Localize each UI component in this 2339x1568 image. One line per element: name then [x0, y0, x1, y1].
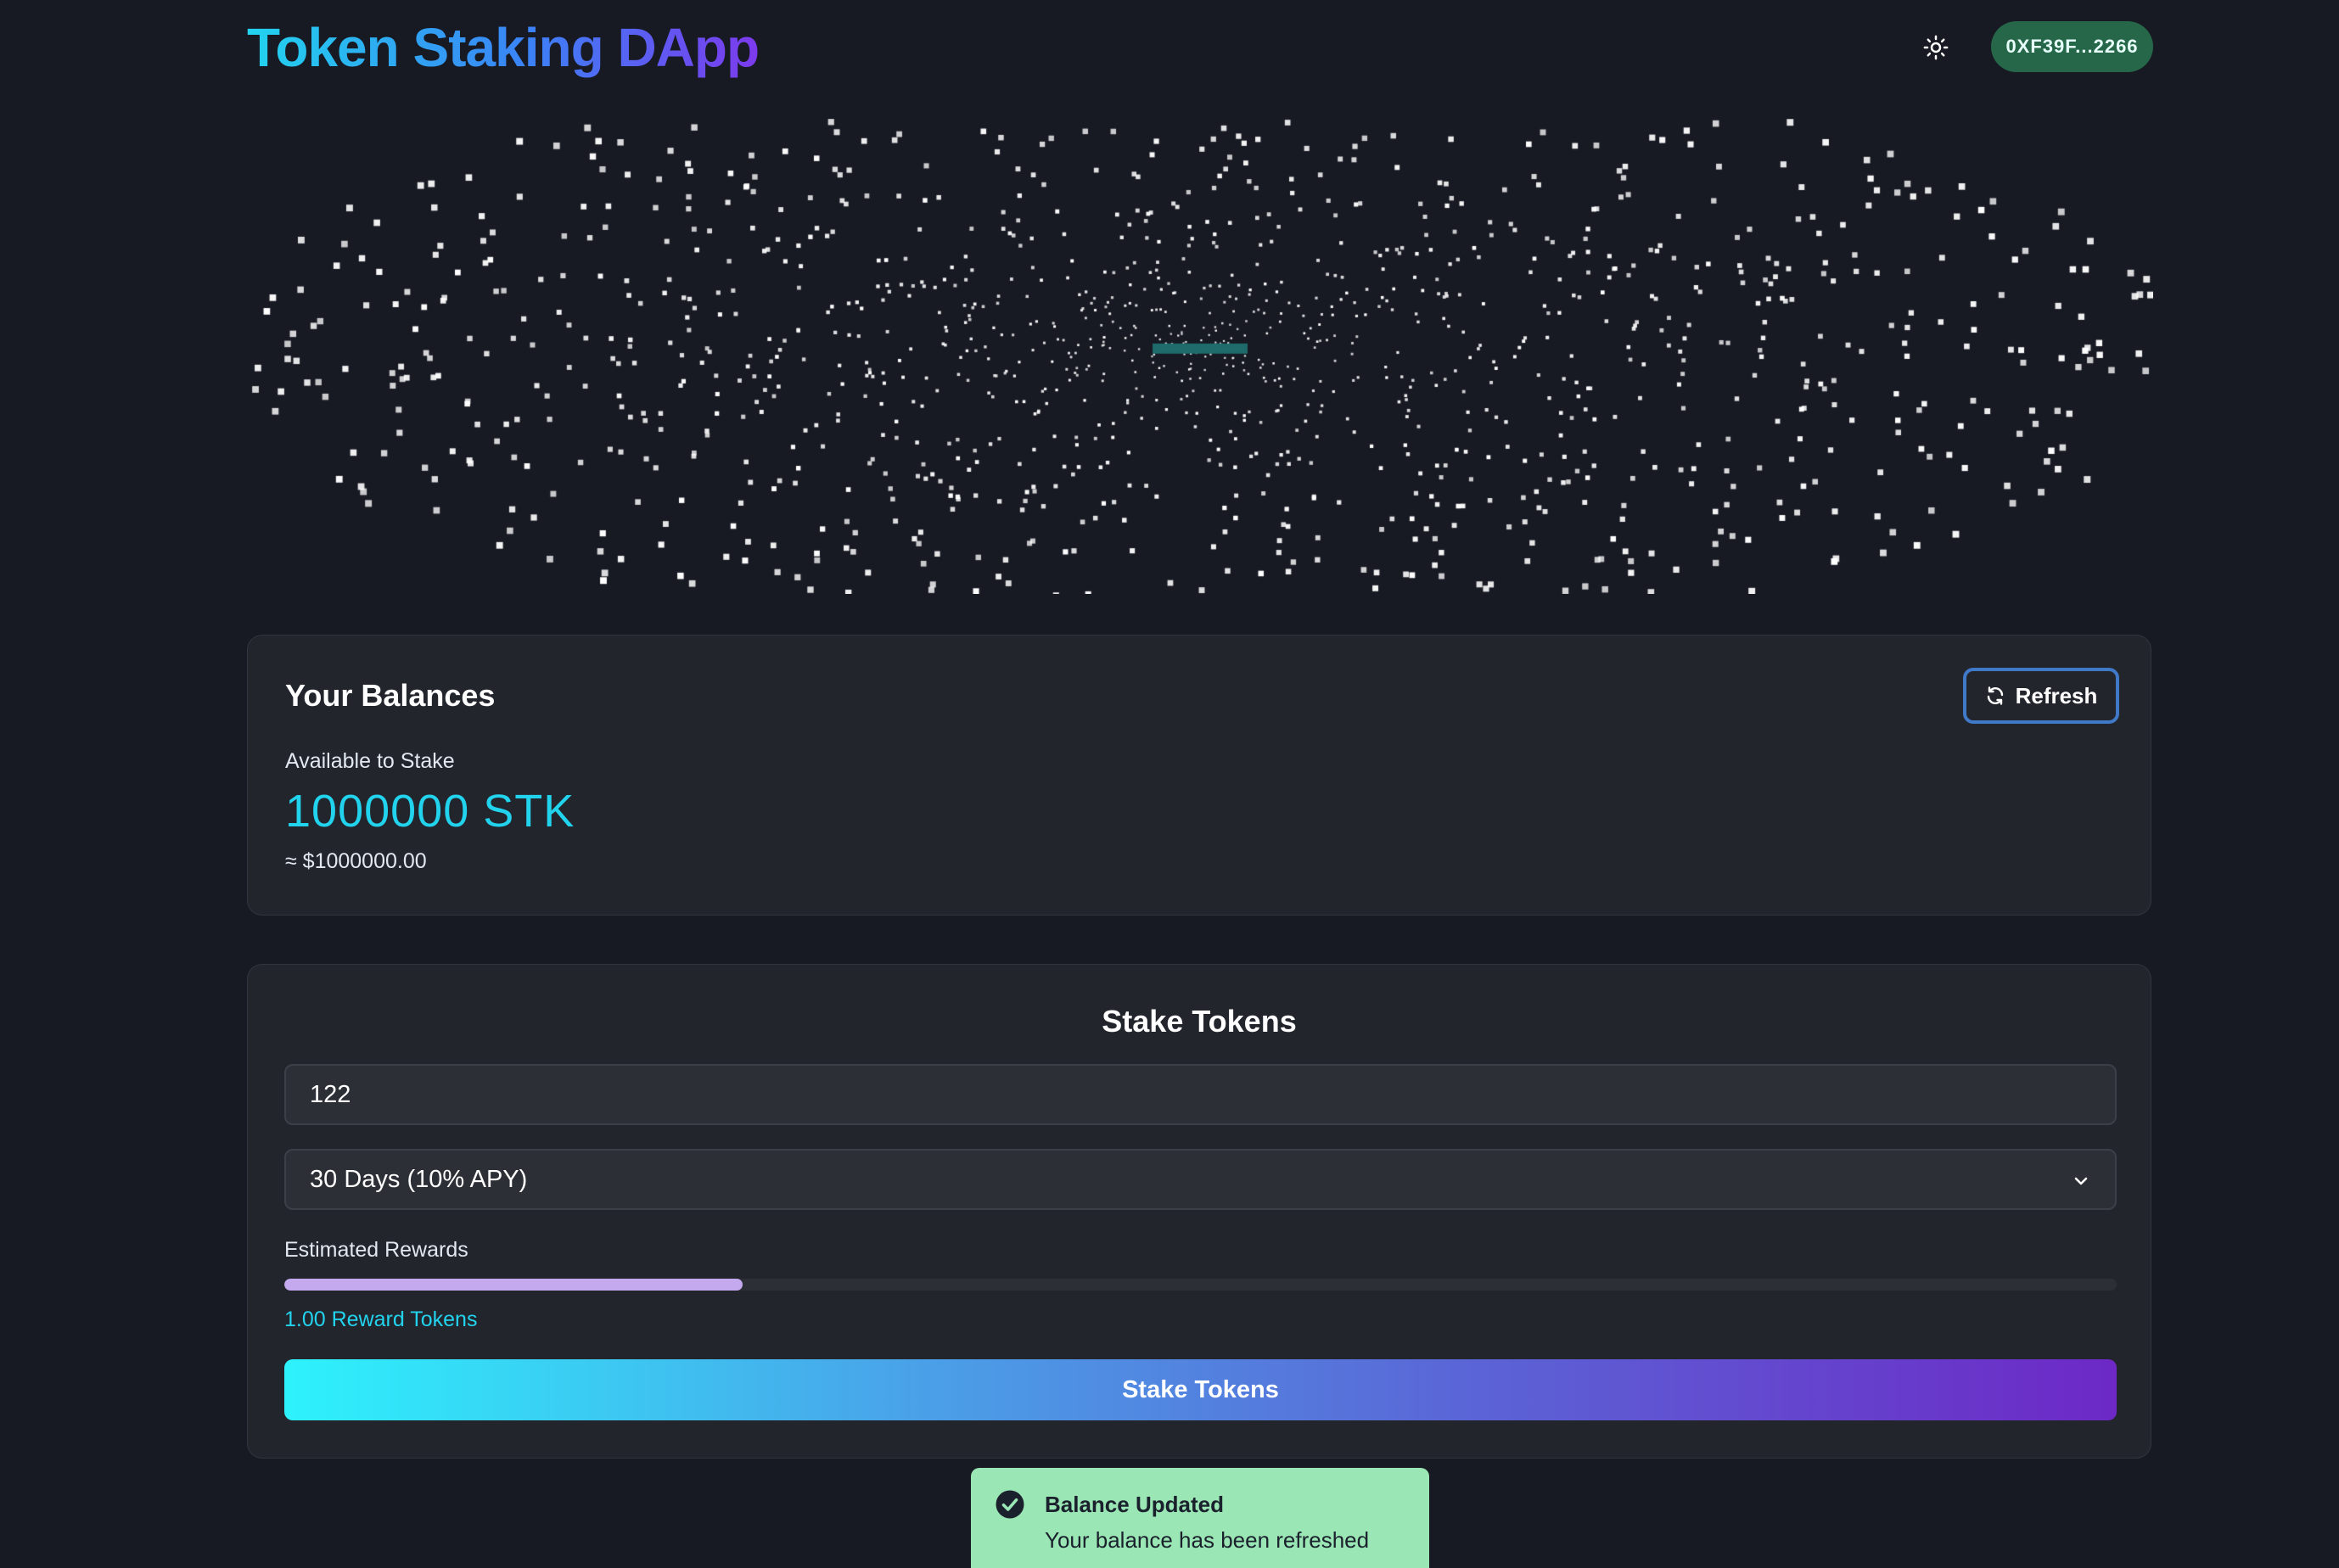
usd-value: ≈ $1000000.00 — [285, 849, 427, 873]
check-circle-icon — [996, 1490, 1024, 1519]
app-title: Token Staking DApp — [247, 12, 760, 83]
balances-title: Your Balances — [285, 678, 496, 713]
stake-title: Stake Tokens — [1102, 1004, 1297, 1039]
stake-tokens-button[interactable]: Stake Tokens — [284, 1359, 2117, 1420]
rewards-label: Estimated Rewards — [284, 1238, 468, 1262]
available-label: Available to Stake — [285, 749, 455, 773]
stake-card: Stake Tokens 30 Days (10% APY) Estimated… — [247, 964, 2151, 1459]
particle-animation — [247, 119, 2153, 594]
sun-icon — [1923, 35, 1949, 60]
refresh-button[interactable]: Refresh — [1963, 668, 2119, 724]
rewards-progress-fill — [284, 1279, 743, 1291]
balances-card: Your Balances Refresh Available to Stake… — [247, 635, 2151, 916]
app-header: Token Staking DApp 0XF39F...2266 — [247, 12, 2153, 83]
duration-selected-value: 30 Days (10% APY) — [310, 1165, 528, 1193]
page: Token Staking DApp 0XF39F...2266 Your Ba… — [0, 0, 2339, 1568]
refresh-label: Refresh — [2015, 682, 2098, 708]
toast-description: Your balance has been refreshed — [1045, 1527, 1370, 1553]
stake-amount-input[interactable] — [284, 1064, 2117, 1125]
available-amount: 1000000 STK — [285, 786, 575, 837]
starfield-canvas — [247, 119, 2153, 594]
rewards-value: 1.00 Reward Tokens — [284, 1308, 478, 1331]
chevron-down-icon — [2074, 1177, 2088, 1185]
rewards-progress-bar — [284, 1279, 2117, 1291]
toast-notification: Balance Updated Your balance has been re… — [971, 1468, 1429, 1568]
refresh-icon — [1987, 686, 2003, 705]
theme-toggle-button[interactable] — [1910, 22, 1961, 73]
toast-title: Balance Updated — [1045, 1492, 1224, 1517]
duration-select[interactable]: 30 Days (10% APY) — [284, 1149, 2117, 1210]
wallet-address-button[interactable]: 0XF39F...2266 — [1991, 21, 2153, 72]
